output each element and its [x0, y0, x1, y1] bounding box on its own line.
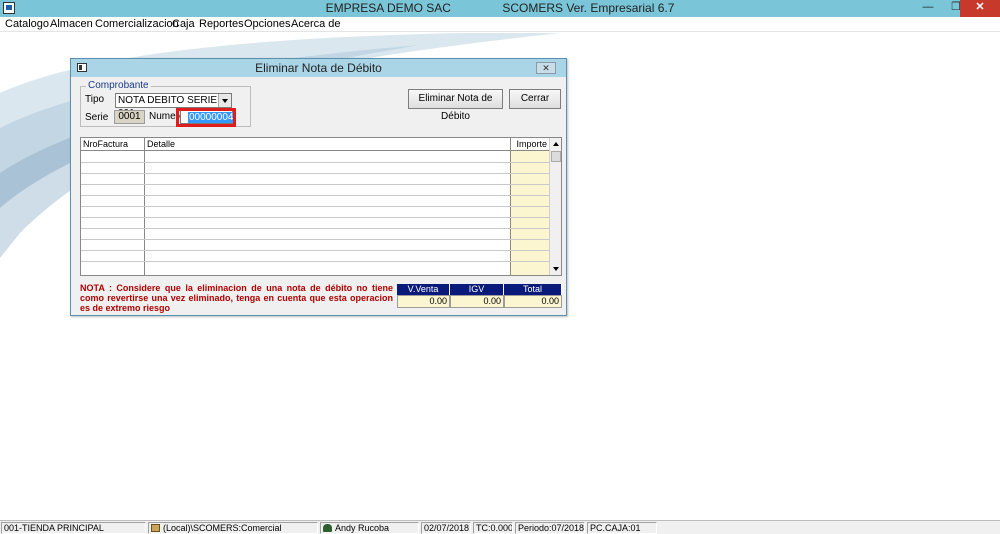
menu-caja[interactable]: Caja [172, 18, 195, 30]
col-importe[interactable]: Importe [511, 138, 549, 150]
tipo-select[interactable]: NOTA DEBITO SERIE 001 [115, 93, 232, 119]
status-caja: PC.CAJA:01 [587, 522, 657, 534]
grid-row [81, 250, 549, 251]
grid-column-divider [144, 151, 145, 275]
igv-value: 0.00 [450, 295, 504, 308]
dialog-close-button[interactable]: ✕ [536, 62, 556, 74]
grid-row [81, 195, 549, 196]
menu-bar: Catalogo Almacen Comercializacion Caja R… [0, 17, 1000, 32]
cerrar-button[interactable]: Cerrar [509, 89, 561, 109]
serie-field: 0001 [114, 110, 145, 124]
grid-column-divider [510, 151, 511, 275]
status-periodo: Periodo:07/2018 [515, 522, 585, 534]
tipo-label: Tipo [85, 94, 105, 105]
comprobante-group-label: Comprobante [86, 80, 151, 91]
scroll-down-icon[interactable] [550, 263, 561, 275]
dropdown-arrow-icon[interactable] [218, 94, 231, 107]
status-database: (Local)\SCOMERS:Comercial [148, 522, 318, 534]
status-user: Andy Rucoba [320, 522, 419, 534]
database-icon [151, 524, 160, 532]
menu-opciones[interactable]: Opciones [244, 18, 290, 30]
menu-catalogo[interactable]: Catalogo [5, 18, 49, 30]
grid-row [81, 206, 549, 207]
minimize-icon[interactable]: — [914, 0, 942, 17]
total-header: Total [504, 284, 562, 295]
total-value: 0.00 [504, 295, 562, 308]
menu-reportes[interactable]: Reportes [199, 18, 244, 30]
warning-note: NOTA : Considere que la eliminacion de u… [80, 283, 393, 313]
grid-row [81, 239, 549, 240]
eliminar-nota-debito-dialog: Eliminar Nota de Débito ✕ Comprobante Ti… [70, 58, 567, 316]
eliminar-nota-debito-button[interactable]: Eliminar Nota de Débito [408, 89, 503, 122]
grid-row [81, 217, 549, 218]
serie-label: Serie [85, 112, 109, 123]
grid-vertical-scrollbar[interactable] [549, 138, 561, 275]
grid-row [81, 173, 549, 174]
app-version: SCOMERS Ver. Empresarial 6.7 [502, 1, 675, 15]
numero-highlight-box [176, 108, 236, 127]
menu-comercializacion[interactable]: Comercializacion [95, 18, 179, 30]
company-name: EMPRESA DEMO SAC [325, 1, 451, 15]
totals-panel: V.Venta IGV Total 0.00 0.00 0.00 [397, 284, 562, 308]
status-tienda: 001-TIENDA PRINCIPAL [1, 522, 146, 534]
vventa-value: 0.00 [397, 295, 450, 308]
grid-row [81, 184, 549, 185]
vventa-header: V.Venta [397, 284, 450, 295]
user-icon [323, 524, 332, 532]
status-user-text: Andy Rucoba [335, 523, 390, 533]
status-bar: 001-TIENDA PRINCIPAL (Local)\SCOMERS:Com… [0, 520, 1000, 534]
scrollbar-thumb[interactable] [551, 151, 561, 162]
menu-acerca-de[interactable]: Acerca de [291, 18, 341, 30]
status-tc: TC:0.000 [473, 522, 513, 534]
title-bar: EMPRESA DEMO SAC SCOMERS Ver. Empresaria… [0, 0, 1000, 17]
scroll-up-icon[interactable] [550, 138, 561, 150]
dialog-title-bar[interactable]: Eliminar Nota de Débito ✕ [71, 59, 566, 77]
igv-header: IGV [450, 284, 504, 295]
dialog-title: Eliminar Nota de Débito [255, 61, 382, 75]
importe-column-fill [511, 151, 549, 275]
grid-row [81, 162, 549, 163]
grid-row [81, 228, 549, 229]
status-date: 02/07/2018 [421, 522, 471, 534]
grid-header: NroFactura Detalle Importe [81, 138, 549, 151]
status-database-text: (Local)\SCOMERS:Comercial [163, 523, 282, 533]
close-window-button[interactable]: ✕ [960, 0, 1000, 17]
detalle-grid[interactable]: NroFactura Detalle Importe [80, 137, 562, 276]
col-detalle[interactable]: Detalle [145, 138, 511, 150]
menu-almacen[interactable]: Almacen [50, 18, 93, 30]
window-title: EMPRESA DEMO SAC SCOMERS Ver. Empresaria… [0, 1, 1000, 15]
grid-row [81, 261, 549, 262]
col-nrofactura[interactable]: NroFactura [81, 138, 145, 150]
